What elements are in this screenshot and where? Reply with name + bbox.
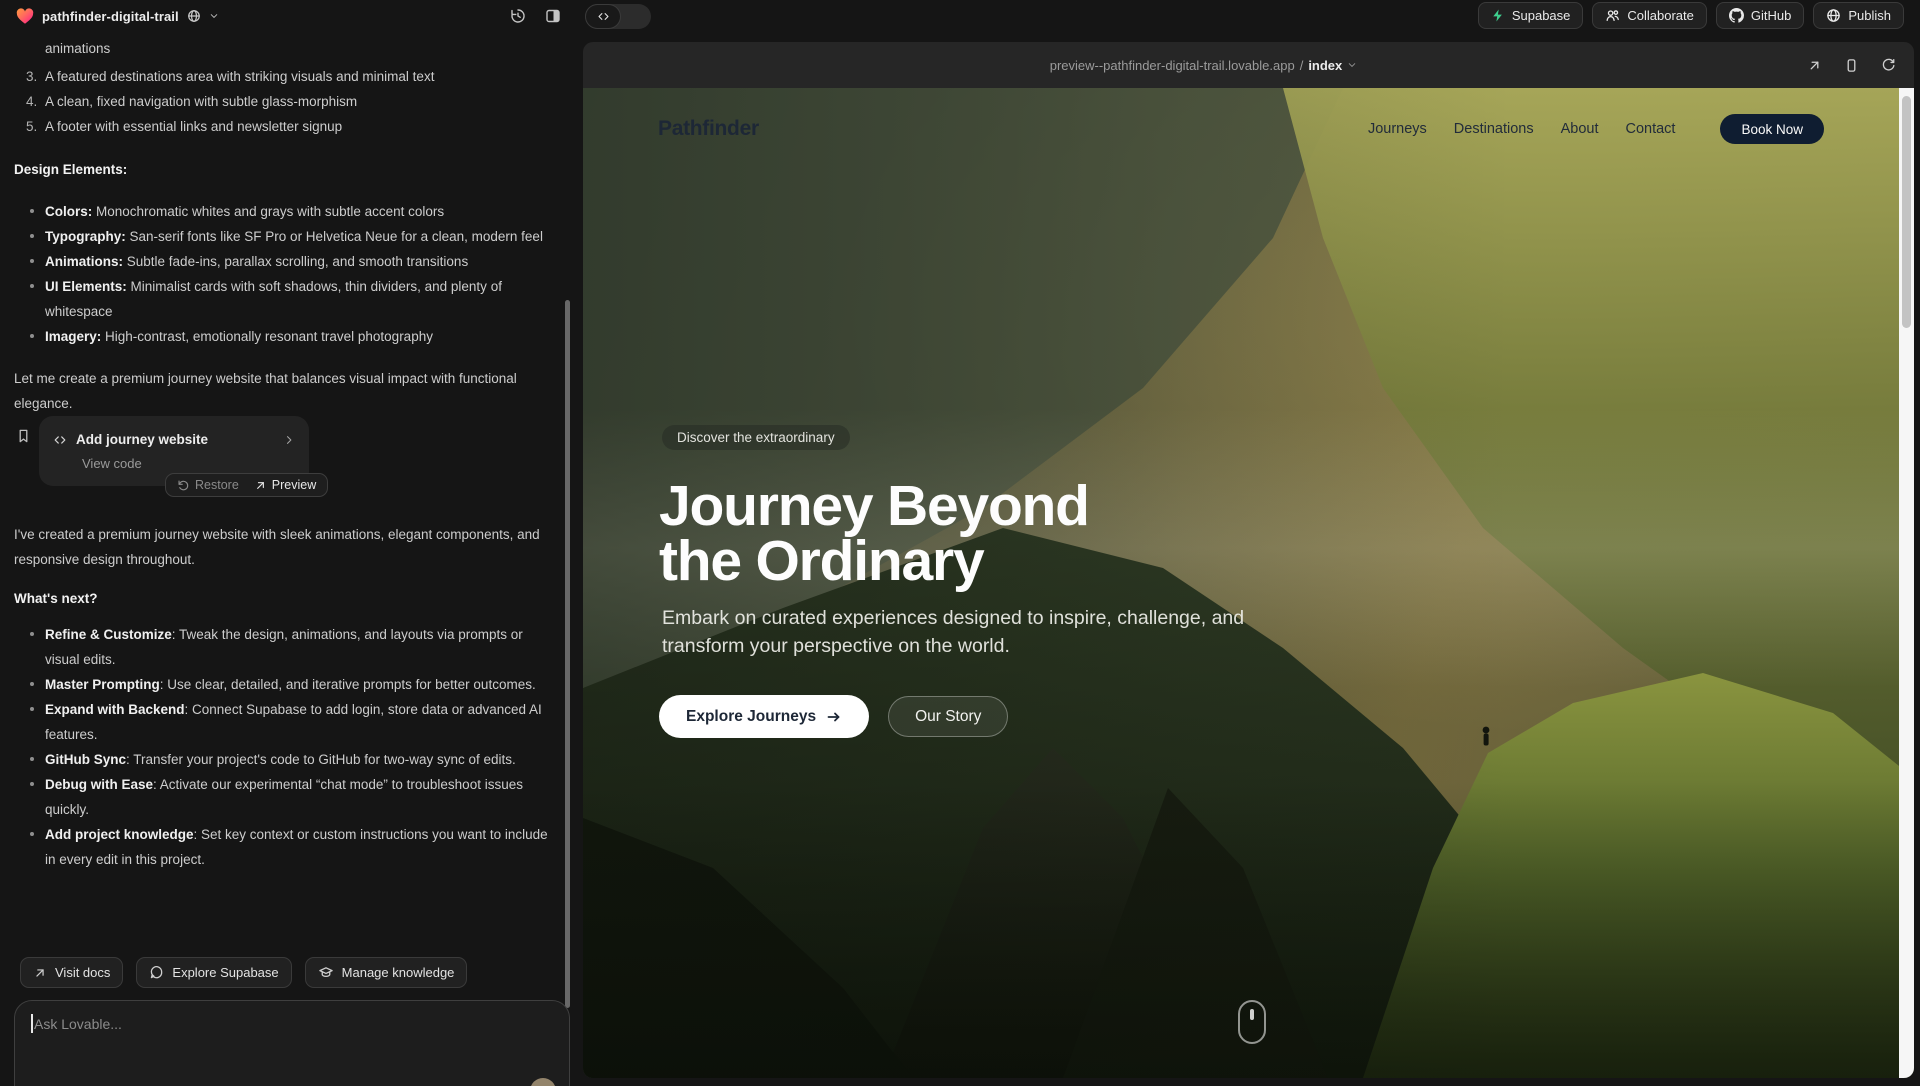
version-toolbar: Restore Preview [165,473,328,497]
hero-headline: Journey Beyond the Ordinary [659,479,1089,589]
lovable-app: pathfinder-digital-trail Sup [0,0,1920,1086]
preview-button[interactable]: Preview [254,473,316,498]
project-menu[interactable]: pathfinder-digital-trail [16,0,219,32]
site-nav-links: Journeys Destinations About Contact Book… [1368,114,1824,144]
code-view-icon[interactable] [585,4,621,29]
list-item: UI Elements: Minimalist cards with soft … [14,274,549,324]
site-scrollbar-thumb[interactable] [1902,96,1911,328]
site-navbar: Pathfinder Journeys Destinations About C… [583,88,1899,170]
list-item: Imagery: High-contrast, emotionally reso… [14,324,549,349]
list-item: 5.A footer with essential links and news… [14,114,549,139]
suggestion-chips: Visit docs Explore Supabase Manage knowl… [20,957,467,988]
edit-version-card[interactable]: Add journey website View code Restore [39,416,309,486]
send-button[interactable] [530,1078,556,1086]
users-icon [1605,8,1620,23]
nav-link-contact[interactable]: Contact [1625,121,1675,137]
clipped-message-line: animations [45,36,549,61]
top-actions: Supabase Collaborate GitHub Publish [1478,2,1904,29]
open-in-new-tab-icon[interactable] [1807,58,1822,73]
explore-supabase-chip[interactable]: Explore Supabase [136,957,291,988]
list-item: Animations: Subtle fade-ins, parallax sc… [14,249,549,274]
chat-message-area: animations 3.A featured destinations are… [0,32,583,1086]
site-logo[interactable]: Pathfinder [658,117,759,141]
design-elements-heading: Design Elements: [14,157,549,182]
hero-subtext: Embark on curated experiences designed t… [662,604,1262,660]
assistant-paragraph: I've created a premium journey website w… [14,522,549,572]
graduation-cap-icon [318,965,334,980]
list-item: Master Prompting: Use clear, detailed, a… [14,672,549,697]
chevron-right-icon[interactable] [283,434,295,446]
list-item: Typography: San-serif fonts like SF Pro … [14,224,549,249]
nav-link-journeys[interactable]: Journeys [1368,121,1427,137]
arrow-up-right-icon [33,966,47,980]
mobile-view-icon[interactable] [1844,58,1859,73]
bookmark-icon[interactable] [16,428,31,444]
restore-icon [177,479,190,492]
site-hero-section: Pathfinder Journeys Destinations About C… [583,88,1914,1078]
project-name: pathfinder-digital-trail [42,9,179,24]
supabase-button[interactable]: Supabase [1478,2,1584,29]
arrow-up-right-icon [254,479,267,492]
preview-controls [1807,42,1896,88]
github-button[interactable]: GitHub [1716,2,1804,29]
nav-link-destinations[interactable]: Destinations [1454,121,1534,137]
our-story-button[interactable]: Our Story [888,696,1008,737]
publish-button[interactable]: Publish [1813,2,1904,29]
globe-icon [1826,8,1841,23]
tool-card-row: Add journey website View code Restore [14,416,549,486]
chat-panel: animations 3.A featured destinations are… [0,32,583,1086]
supabase-bolt-icon [1491,8,1505,23]
assistant-paragraph: Let me create a premium journey website … [14,366,549,416]
list-item: Colors: Monochromatic whites and grays w… [14,199,549,224]
preview-url[interactable]: preview--pathfinder-digital-trail.lovabl… [1050,58,1358,73]
code-preview-toggle[interactable] [585,4,651,29]
list-item: Add project knowledge: Set key context o… [14,822,549,872]
refresh-icon[interactable] [1881,58,1896,73]
arrow-right-icon [826,709,842,725]
chat-scrollbar[interactable] [565,300,570,1008]
list-item: GitHub Sync: Transfer your project's cod… [14,747,549,772]
visit-docs-chip[interactable]: Visit docs [20,957,123,988]
list-item: Expand with Backend: Connect Supabase to… [14,697,549,747]
text-caret [31,1014,33,1033]
published-globe-icon [187,9,201,23]
tool-card-title: Add journey website [76,427,274,452]
chat-composer: Attach Edit Mode [14,1000,570,1086]
restore-button[interactable]: Restore [177,473,239,498]
history-icon[interactable] [510,8,526,24]
design-bullets: Colors: Monochromatic whites and grays w… [14,199,549,349]
preview-pane: preview--pathfinder-digital-trail.lovabl… [583,42,1914,1078]
list-item: 4.A clean, fixed navigation with subtle … [14,89,549,114]
lovable-heart-icon [16,8,34,25]
nav-link-about[interactable]: About [1561,121,1599,137]
github-icon [1729,8,1744,23]
code-icon [53,433,67,447]
manage-knowledge-chip[interactable]: Manage knowledge [305,957,468,988]
next-steps-bullets: Refine & Customize: Tweak the design, an… [14,622,549,872]
site-scrollbar-track[interactable] [1899,88,1914,1078]
collaborate-button[interactable]: Collaborate [1592,2,1707,29]
hero-cta-row: Explore Journeys Our Story [659,695,1008,738]
preview-url-bar: preview--pathfinder-digital-trail.lovabl… [583,42,1914,88]
chevron-down-icon [1347,60,1357,70]
panel-layout-icon[interactable] [545,8,561,24]
chat-bubble-icon [149,965,164,980]
list-item: 3.A featured destinations area with stri… [14,64,549,89]
top-bar: pathfinder-digital-trail Sup [0,0,1920,32]
whats-next-heading: What's next? [14,586,549,611]
hero-badge: Discover the extraordinary [662,425,850,450]
scroll-indicator-icon [1238,1000,1266,1044]
book-now-button[interactable]: Book Now [1720,114,1824,144]
chat-input[interactable] [34,1011,534,1037]
list-item: Refine & Customize: Tweak the design, an… [14,622,549,672]
chevron-down-icon[interactable] [209,11,219,21]
explore-journeys-button[interactable]: Explore Journeys [659,695,869,738]
list-item: Debug with Ease: Activate our experiment… [14,772,549,822]
feature-list: 3.A featured destinations area with stri… [14,64,549,139]
view-controls [510,0,561,32]
